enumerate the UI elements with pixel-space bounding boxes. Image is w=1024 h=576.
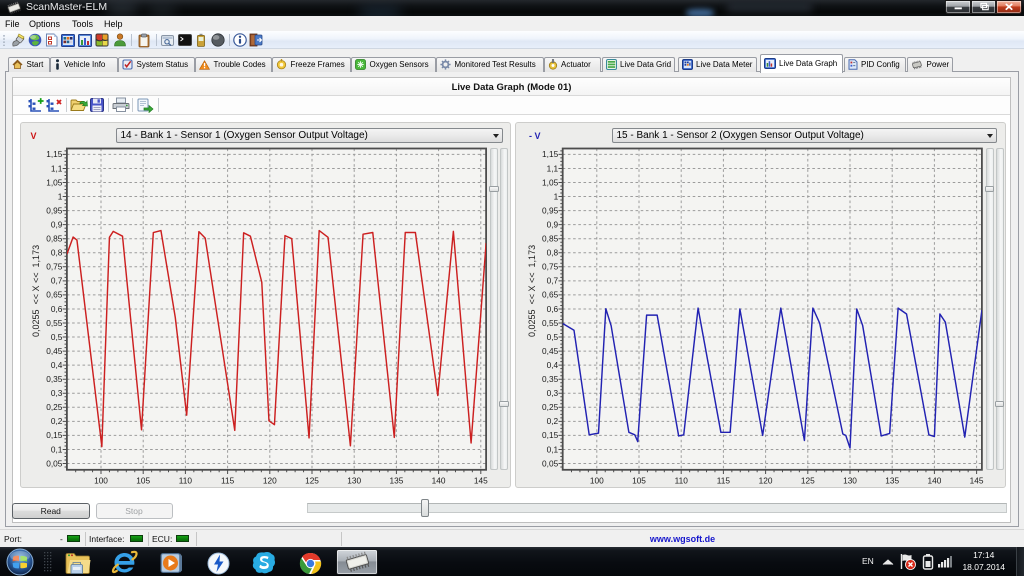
- svg-text:125: 125: [305, 475, 319, 485]
- svg-text:0,8: 0,8: [547, 247, 559, 257]
- svg-text:0,95: 0,95: [46, 205, 63, 215]
- svg-text:0,75: 0,75: [46, 261, 63, 271]
- svg-text:0,4: 0,4: [50, 359, 62, 369]
- svg-text:0,55: 0,55: [46, 317, 63, 327]
- svg-text:135: 135: [885, 475, 899, 485]
- svg-text:0,75: 0,75: [542, 261, 559, 271]
- svg-text:0,8: 0,8: [50, 247, 62, 257]
- svg-text:0,95: 0,95: [542, 205, 559, 215]
- svg-text:145: 145: [970, 475, 984, 485]
- svg-text:0,5: 0,5: [547, 331, 559, 341]
- svg-text:0,15: 0,15: [46, 430, 63, 440]
- svg-text:0,65: 0,65: [542, 289, 559, 299]
- svg-text:130: 130: [347, 475, 361, 485]
- svg-text:1: 1: [554, 191, 559, 201]
- svg-text:0,3: 0,3: [547, 388, 559, 398]
- svg-text:0,25: 0,25: [46, 402, 63, 412]
- svg-text:0,55: 0,55: [542, 317, 559, 327]
- svg-text:0,6: 0,6: [50, 303, 62, 313]
- svg-text:100: 100: [94, 475, 108, 485]
- svg-text:0,65: 0,65: [46, 289, 63, 299]
- svg-text:120: 120: [262, 475, 276, 485]
- svg-text:0,15: 0,15: [542, 430, 559, 440]
- svg-text:0,7: 0,7: [50, 275, 62, 285]
- svg-text:125: 125: [801, 475, 815, 485]
- svg-text:0,2: 0,2: [547, 416, 559, 426]
- svg-text:0,1: 0,1: [547, 444, 559, 454]
- svg-text:145: 145: [473, 475, 487, 485]
- svg-text:0,25: 0,25: [542, 402, 559, 412]
- svg-text:0,35: 0,35: [542, 374, 559, 384]
- svg-text:0,05: 0,05: [46, 458, 63, 468]
- svg-text:115: 115: [717, 475, 731, 485]
- svg-text:0,85: 0,85: [542, 233, 559, 243]
- svg-text:140: 140: [927, 475, 941, 485]
- svg-text:1: 1: [57, 191, 62, 201]
- svg-text:0,45: 0,45: [542, 345, 559, 355]
- svg-text:140: 140: [431, 475, 445, 485]
- svg-text:1,1: 1,1: [547, 163, 559, 173]
- svg-text:0,85: 0,85: [46, 233, 63, 243]
- svg-text:135: 135: [389, 475, 403, 485]
- svg-text:0,7: 0,7: [547, 275, 559, 285]
- svg-text:0,9: 0,9: [50, 219, 62, 229]
- svg-text:130: 130: [843, 475, 857, 485]
- svg-text:0,9: 0,9: [547, 219, 559, 229]
- svg-text:0,1: 0,1: [50, 444, 62, 454]
- svg-text:0,35: 0,35: [46, 374, 63, 384]
- svg-text:110: 110: [178, 475, 192, 485]
- svg-text:105: 105: [632, 475, 646, 485]
- svg-text:0,45: 0,45: [46, 345, 63, 355]
- svg-text:1,05: 1,05: [46, 177, 63, 187]
- svg-text:120: 120: [759, 475, 773, 485]
- svg-text:0,4: 0,4: [547, 359, 559, 369]
- svg-text:110: 110: [675, 475, 689, 485]
- svg-text:0,5: 0,5: [50, 331, 62, 341]
- svg-text:0,05: 0,05: [542, 458, 559, 468]
- svg-text:1,05: 1,05: [542, 177, 559, 187]
- svg-text:0,6: 0,6: [547, 303, 559, 313]
- svg-text:0,3: 0,3: [50, 388, 62, 398]
- svg-text:1,1: 1,1: [50, 163, 62, 173]
- svg-text:115: 115: [220, 475, 234, 485]
- svg-text:1,15: 1,15: [46, 149, 63, 159]
- svg-text:1,15: 1,15: [542, 149, 559, 159]
- svg-text:105: 105: [136, 475, 150, 485]
- svg-text:100: 100: [590, 475, 604, 485]
- svg-text:0,2: 0,2: [50, 416, 62, 426]
